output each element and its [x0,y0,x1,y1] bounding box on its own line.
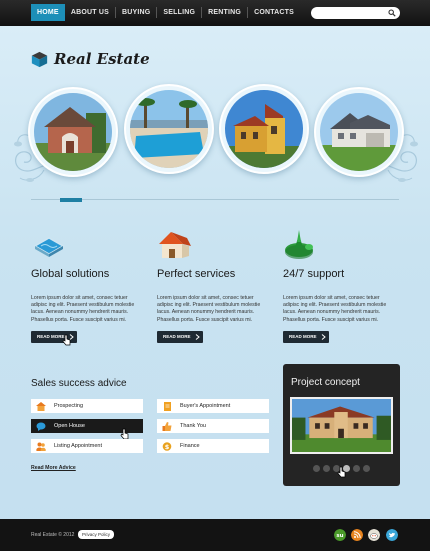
arrow-right-icon [195,334,200,340]
house-icon [159,232,191,258]
feature-perfect-services: Perfect services Lorem ipsum dolor sit a… [157,228,269,324]
advice-label: Prospecting [54,403,84,409]
advice-label: Thank You [180,423,206,429]
copyright-text: Real Estate © 2012 [31,532,75,538]
mansion-photo[interactable] [290,397,393,454]
search-icon[interactable] [388,9,396,17]
nav-selling[interactable]: SELLING [157,4,201,21]
nav-renting[interactable]: RENTING [202,4,247,21]
advice-label: Listing Appointment [54,443,103,449]
button-label: READ MORE [37,334,65,339]
advice-item-thank-you[interactable]: Thank You [157,419,269,433]
feature-title: Perfect services [157,268,236,280]
advice-label: Open House [54,423,85,429]
top-nav-bar: HOME ABOUT US BUYING SELLING RENTING CON… [0,0,430,26]
twitter-icon[interactable] [386,529,398,541]
feature-text: Lorem ipsum dolor sit amet, consec tetue… [31,295,135,323]
pool-icon [33,237,65,257]
pool-photo [130,90,208,168]
privacy-policy-link[interactable]: Privacy Policy [78,530,115,539]
property-image-1[interactable] [28,87,118,177]
pagination-dot[interactable] [363,465,370,472]
footer: Real Estate © 2012 Privacy Policy su [0,519,430,551]
pagination-dot[interactable] [353,465,360,472]
main-nav: HOME ABOUT US BUYING SELLING RENTING CON… [31,4,300,21]
nav-buying[interactable]: BUYING [116,4,156,21]
stumbleupon-icon[interactable]: su [334,529,346,541]
advice-item-prospecting[interactable]: Prospecting [31,399,143,413]
advice-label: Finance [180,443,200,449]
brick-house-photo [34,93,112,171]
logo-text: Real Estate [54,50,150,68]
nav-home[interactable]: HOME [31,4,65,21]
reddit-icon[interactable] [368,529,380,541]
people-icon [36,442,46,451]
suburban-house-photo [320,93,398,171]
villa-photo [225,90,303,168]
hand-cursor-icon [337,466,346,478]
thumbs-up-icon [162,421,172,431]
dollar-icon: $ [162,441,172,451]
read-more-advice-link[interactable]: Read More Advice [31,465,76,471]
property-image-3[interactable] [219,84,309,174]
button-label: READ MORE [163,334,191,339]
advice-item-finance[interactable]: $ Finance [157,439,269,453]
pagination-dot[interactable] [323,465,330,472]
button-label: READ MORE [289,334,317,339]
advice-item-buyers-appointment[interactable]: Buyer's Appointment [157,399,269,413]
read-more-button[interactable]: READ MORE [283,331,329,343]
feature-text: Lorem ipsum dolor sit amet, consec tetue… [157,295,261,323]
slider-track[interactable] [31,199,399,200]
pagination-dot[interactable] [313,465,320,472]
svg-text:$: $ [165,443,170,451]
cube-icon [31,51,48,67]
project-title: Project concept [291,377,360,388]
feature-title: 24/7 support [283,268,345,280]
site-logo[interactable]: Real Estate [31,50,150,68]
slider-indicator[interactable] [60,198,82,202]
svg-text:su: su [336,533,343,539]
chat-icon [36,422,46,431]
advice-title: Sales success advice [31,378,127,389]
nav-about-us[interactable]: ABOUT US [65,4,115,21]
arrow-right-icon [321,334,326,340]
house-icon [36,401,46,411]
property-image-2[interactable] [124,84,214,174]
project-concept-panel: Project concept [283,364,400,486]
feature-support: 24/7 support Lorem ipsum dolor sit amet,… [283,228,395,324]
search-input[interactable] [311,7,400,19]
advice-item-listing-appointment[interactable]: Listing Appointment [31,439,143,453]
feature-global-solutions: Global solutions Lorem ipsum dolor sit a… [31,228,143,324]
document-icon [164,401,171,411]
rss-icon[interactable] [351,529,363,541]
hand-cursor-icon [62,334,71,346]
feature-title: Global solutions [31,268,110,280]
nav-contacts[interactable]: CONTACTS [248,4,300,21]
island-icon [285,230,313,259]
advice-label: Buyer's Appointment [180,403,231,409]
property-image-4[interactable] [314,87,404,177]
read-more-button[interactable]: READ MORE [157,331,203,343]
feature-text: Lorem ipsum dolor sit amet, consec tetue… [283,295,387,323]
